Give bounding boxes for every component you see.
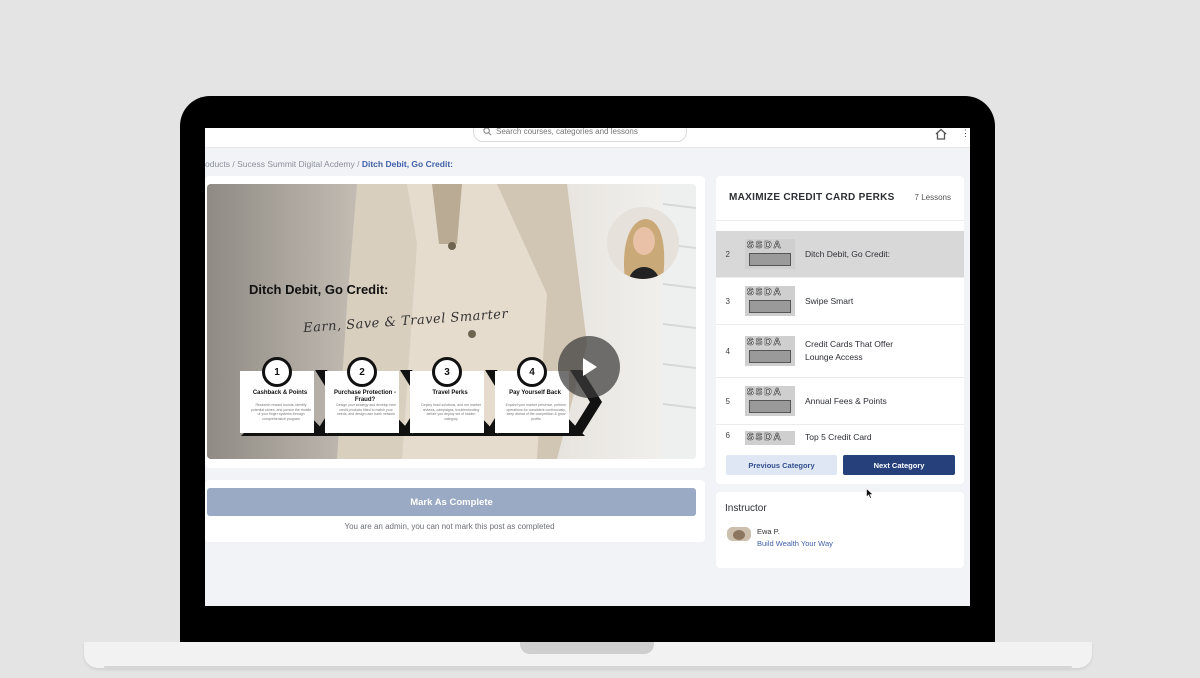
- lessons-title: MAXIMIZE CREDIT CARD PERKS: [729, 192, 895, 203]
- lesson-title: Ditch Debit, Go Credit:: [805, 248, 891, 259]
- lesson-title: Credit Cards That Offer Lounge Access: [805, 339, 894, 362]
- step-number: 2: [347, 357, 377, 387]
- lesson-thumbnail: SSDA: [745, 386, 795, 416]
- lessons-header: MAXIMIZE CREDIT CARD PERKS 7 Lessons: [716, 176, 964, 221]
- lesson-number: 2: [725, 249, 730, 259]
- step-label: Travel Perks: [432, 390, 468, 396]
- step-label: Pay Yourself Back: [509, 390, 561, 396]
- step-card: 1 Cashback & Points Research reward boos…: [240, 357, 332, 437]
- breadcrumb: oducts / Sucess Summit Digital Acdemy / …: [205, 159, 453, 169]
- step-number: 4: [517, 357, 547, 387]
- lesson-item[interactable]: 5 SSDA Annual Fees & Points: [716, 378, 964, 425]
- next-category-button[interactable]: Next Category: [843, 455, 955, 475]
- step-card: 2 Purchase Protection - Fraud? Design yo…: [325, 357, 417, 437]
- search-icon: [483, 128, 492, 135]
- video-card: Ditch Debit, Go Credit: Earn, Save & Tra…: [205, 176, 705, 468]
- step-description: Expand your market presence, perform ope…: [505, 403, 567, 422]
- step-description: Deploy fixed solutions, and run market r…: [421, 403, 481, 422]
- lesson-thumbnail: SSDA: [745, 286, 795, 316]
- search-box[interactable]: [473, 128, 687, 142]
- lesson-title: Annual Fees & Points: [805, 395, 887, 406]
- play-icon: [583, 358, 597, 376]
- top-bar: ⋮: [205, 128, 970, 148]
- step-card: 3 Travel Perks Deploy fixed solutions, a…: [410, 357, 502, 437]
- lesson-item[interactable]: 4 SSDA Credit Cards That Offer Lounge Ac…: [716, 325, 964, 378]
- step-number: 1: [262, 357, 292, 387]
- lesson-thumbnail: SSDA: [745, 239, 795, 269]
- lesson-title: Swipe Smart: [805, 295, 854, 306]
- lesson-number: 6: [725, 431, 730, 440]
- instructor-heading: Instructor: [725, 503, 767, 514]
- search-input[interactable]: [496, 128, 676, 136]
- instructor-name: Ewa P.: [757, 527, 780, 536]
- previous-category-button[interactable]: Previous Category: [726, 455, 837, 475]
- home-icon[interactable]: [934, 128, 948, 140]
- lesson-item[interactable]: 3 SSDA Swipe Smart: [716, 278, 964, 325]
- laptop-foot: [104, 666, 1072, 670]
- mark-complete-button[interactable]: Mark As Complete: [207, 488, 696, 516]
- lesson-list: 2 SSDA Ditch Debit, Go Credit: 3 SSDA Sw…: [716, 231, 964, 445]
- lesson-number: 3: [725, 296, 730, 306]
- lesson-number: 5: [725, 396, 730, 406]
- play-button[interactable]: [558, 336, 620, 398]
- breadcrumb-current: Ditch Debit, Go Credit:: [361, 159, 453, 169]
- step-description: Design your strategy and develop new cre…: [336, 403, 396, 417]
- lessons-panel: MAXIMIZE CREDIT CARD PERKS 7 Lessons 2 S…: [716, 176, 964, 484]
- lesson-thumbnail: SSDA: [745, 431, 795, 445]
- video-title: Ditch Debit, Go Credit:: [249, 282, 389, 297]
- complete-card: Mark As Complete You are an admin, you c…: [205, 480, 705, 542]
- screen: ⋮ oducts / Sucess Summit Digital Acdemy …: [205, 128, 970, 606]
- lesson-item[interactable]: 2 SSDA Ditch Debit, Go Credit:: [716, 231, 964, 278]
- avatar: [727, 527, 751, 541]
- more-icon[interactable]: ⋮: [961, 128, 970, 138]
- video-player[interactable]: Ditch Debit, Go Credit: Earn, Save & Tra…: [207, 184, 696, 459]
- breadcrumb-path[interactable]: oducts / Sucess Summit Digital Acdemy /: [205, 159, 362, 169]
- complete-note: You are an admin, you can not mark this …: [344, 522, 555, 531]
- mouse-cursor-icon: [866, 488, 874, 499]
- instructor-card: Instructor Ewa P. Build Wealth Your Way: [716, 492, 964, 568]
- presenter-avatar: [607, 207, 679, 279]
- lesson-number: 4: [725, 346, 730, 356]
- step-label: Cashback & Points: [252, 390, 308, 396]
- laptop-notch: [520, 642, 654, 654]
- step-number: 3: [432, 357, 462, 387]
- lesson-thumbnail: SSDA: [745, 336, 795, 366]
- lessons-count: 7 Lessons: [914, 193, 951, 202]
- instructor-tagline-link[interactable]: Build Wealth Your Way: [757, 539, 833, 548]
- lesson-title: Top 5 Credit Card: [805, 432, 872, 442]
- step-description: Research reward boosts, identify potenti…: [250, 403, 312, 422]
- lesson-item[interactable]: 6 SSDA Top 5 Credit Card: [716, 425, 964, 445]
